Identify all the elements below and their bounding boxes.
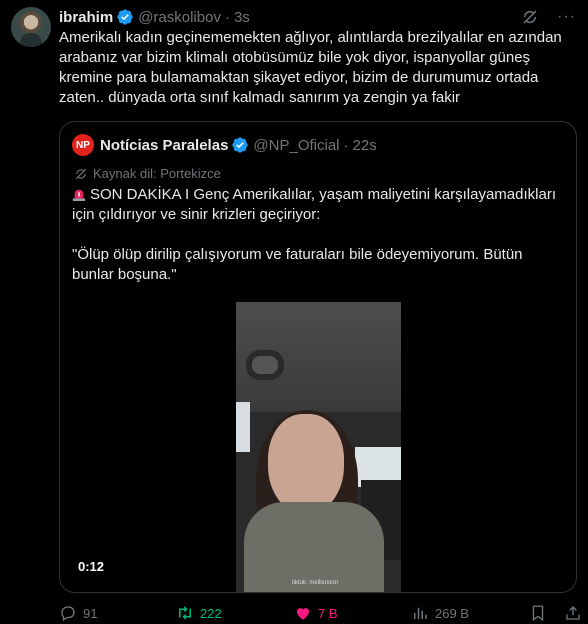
- like-button[interactable]: 7 B: [294, 603, 338, 623]
- quote-paragraph-2: "Ölüp ölüp dirilip çalışıyorum ve fatura…: [72, 246, 523, 283]
- tweet-content: ibrahim @raskolibov · 3s ··· Amerikalı k…: [59, 7, 576, 108]
- quote-paragraph-1: SON DAKİKA I Genç Amerikalılar, yaşam ma…: [72, 185, 562, 225]
- author-name[interactable]: ibrahim: [59, 9, 113, 26]
- video-frame-face: [268, 414, 344, 514]
- quote-header: NP Notícias Paralelas @NP_Oficial · 22s: [72, 134, 377, 156]
- views-chart-icon: [414, 607, 427, 619]
- retweet-button[interactable]: 222: [176, 603, 222, 623]
- siren-icon: [72, 187, 86, 201]
- separator-dot: ·: [224, 8, 230, 26]
- author-handle[interactable]: @raskolibov: [138, 9, 221, 26]
- video-watermark: tiktok: mellisnoon: [292, 580, 339, 586]
- heart-icon: [297, 608, 309, 620]
- tweet-header: ibrahim @raskolibov · 3s ···: [59, 7, 576, 27]
- verified-badge-icon: [231, 136, 249, 154]
- like-count: 7 B: [318, 605, 338, 621]
- video-duration: 0:12: [78, 559, 105, 574]
- grok-icon[interactable]: [521, 8, 539, 26]
- quote-time[interactable]: 22s: [353, 137, 377, 154]
- quote-author-name[interactable]: Notícias Paralelas: [100, 137, 228, 154]
- action-bar: 91 222 7 B 269 B: [59, 603, 588, 623]
- avatar[interactable]: [11, 7, 51, 47]
- retweet-count: 222: [200, 605, 222, 621]
- video-frame-window: [236, 402, 250, 452]
- bookmark-icon: [532, 605, 544, 622]
- share-button[interactable]: [564, 603, 582, 623]
- tweet-text: Amerikalı kadın geçinememekten ağlıyor, …: [59, 29, 562, 106]
- reply-button[interactable]: 91: [59, 603, 97, 623]
- video-frame-body: [244, 502, 384, 592]
- tweet-time[interactable]: 3s: [234, 9, 250, 26]
- view-count: 269 B: [435, 605, 469, 621]
- quote-author-handle[interactable]: @NP_Oficial: [253, 137, 339, 154]
- video-player[interactable]: tiktok: mellisnoon: [236, 302, 401, 592]
- share-icon: [566, 606, 580, 620]
- header-actions: ···: [521, 8, 576, 26]
- tweet[interactable]: ibrahim @raskolibov · 3s ··· Amerikalı k…: [0, 0, 588, 624]
- more-options-icon[interactable]: ···: [557, 9, 576, 25]
- bookmark-button[interactable]: [529, 603, 547, 623]
- translation-note: Kaynak dil: Portekizce: [74, 166, 221, 181]
- translate-icon: [75, 168, 87, 179]
- quoted-tweet[interactable]: NP Notícias Paralelas @NP_Oficial · 22s …: [59, 121, 577, 593]
- reply-count: 91: [83, 605, 98, 621]
- quote-text: SON DAKİKA I Genç Amerikalılar, yaşam ma…: [72, 185, 562, 305]
- views-button[interactable]: 269 B: [411, 603, 469, 623]
- quote-avatar[interactable]: NP: [72, 134, 94, 156]
- separator-dot: ·: [343, 136, 349, 154]
- quote-paragraph-1-text: SON DAKİKA I Genç Amerikalılar, yaşam ma…: [72, 186, 556, 223]
- video-frame-handle: [246, 350, 284, 380]
- retweet-icon: [179, 606, 191, 620]
- translation-label: Kaynak dil: Portekizce: [93, 166, 221, 181]
- verified-badge-icon: [116, 8, 134, 26]
- reply-icon: [61, 606, 75, 621]
